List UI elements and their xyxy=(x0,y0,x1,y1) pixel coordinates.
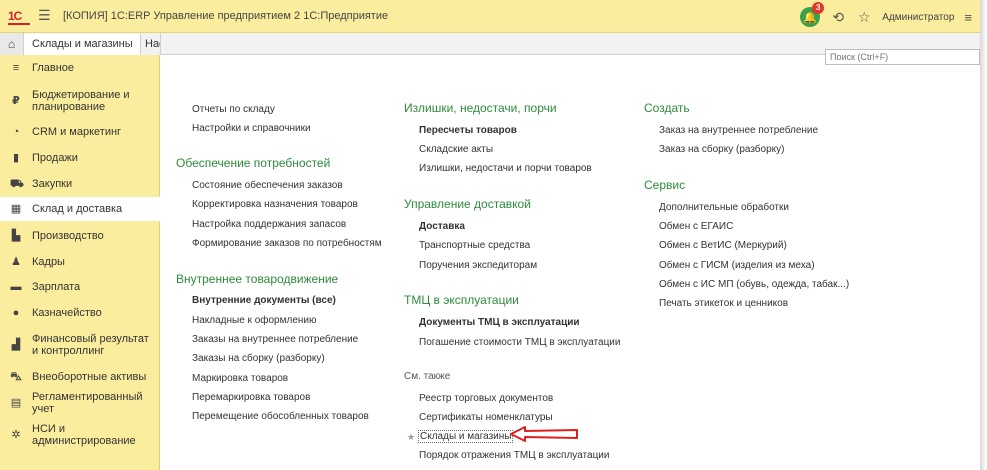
link-korrektirovka-naznacheniya[interactable]: Корректировка назначения товаров xyxy=(192,199,358,210)
link-obmen-gism[interactable]: Обмен с ГИСМ (изделия из меха) xyxy=(659,260,815,271)
section-title-sozdat: Создать xyxy=(644,101,690,115)
budget-icon: ₽ xyxy=(12,95,20,107)
link-formirovanie-zakazov[interactable]: Формирование заказов по потребностям xyxy=(192,238,382,249)
link-vnutrennie-dokumenty[interactable]: Внутренние документы (все) xyxy=(192,295,336,306)
link-dop-obrabotki[interactable]: Дополнительные обработки xyxy=(659,202,789,213)
notifications-count-badge: 3 xyxy=(812,2,825,14)
chart-icon: ▟ xyxy=(11,339,21,351)
link-nakladnye[interactable]: Накладные к оформлению xyxy=(192,315,317,326)
link-transportnye-sredstva[interactable]: Транспортные средства xyxy=(419,240,530,251)
sidebar-item-budgeting[interactable]: ₽ Бюджетирование и планирование xyxy=(0,88,160,114)
link-zakazy-sborku[interactable]: Заказы на сборку (разборку) xyxy=(192,353,325,364)
link-porucheniya[interactable]: Поручения экспедиторам xyxy=(419,260,537,271)
favorite-star-icon[interactable]: ★ xyxy=(407,432,415,443)
title-bar: 1C ☰ [КОПИЯ] 1С:ERP Управление предприят… xyxy=(0,0,980,33)
link-izlishki-tovarov[interactable]: Излишки, недостачи и порчи товаров xyxy=(419,163,592,174)
section-title-vnutrennee: Внутреннее товародвижение xyxy=(176,272,339,286)
sales-icon: ▮ xyxy=(12,152,20,164)
tab-label: Нас xyxy=(145,38,160,50)
notifications-button[interactable]: 🔔 3 xyxy=(800,2,825,27)
link-obmen-vetis[interactable]: Обмен с ВетИС (Меркурий) xyxy=(659,240,787,251)
link-dokumenty-tmc[interactable]: Документы ТМЦ в эксплуатации xyxy=(419,317,580,328)
link-obmen-is-mp[interactable]: Обмен с ИС МП (обувь, одежда, табак...) xyxy=(659,279,849,290)
link-obmen-egais[interactable]: Обмен с ЕГАИС xyxy=(659,221,733,232)
1c-logo-icon: 1C xyxy=(8,9,30,25)
link-sklady-i-magaziny-label: Склады и магазины xyxy=(418,430,514,443)
sidebar-item-nsi-admin[interactable]: ✲ НСИ и администрирование xyxy=(0,422,160,448)
sidebar-item-fixed-assets[interactable]: ⛍ Внеоборотные активы xyxy=(0,370,160,384)
person-icon: ♟ xyxy=(11,256,21,268)
sidebar-item-glavnoe[interactable]: ≡ Главное xyxy=(0,61,160,75)
settings-menu-icon[interactable]: ≡ xyxy=(964,10,972,25)
link-nastroyki-i-spravochniki[interactable]: Настройки и справочники xyxy=(192,123,311,134)
home-tab-icon[interactable]: ⌂ xyxy=(0,33,24,55)
sidebar-item-salary[interactable]: ▬ Зарплата xyxy=(0,280,160,294)
link-zakazy-vnutrennee[interactable]: Заказы на внутреннее потребление xyxy=(192,334,358,345)
section-panel: Отчеты по складу Настройки и справочники… xyxy=(161,49,980,470)
link-zakaz-sborku[interactable]: Заказ на сборку (разборку) xyxy=(659,144,784,155)
factory-icon: ▙ xyxy=(11,230,21,242)
warehouse-icon: ▦ xyxy=(10,203,22,215)
main-menu-icon[interactable]: ☰ xyxy=(38,8,52,22)
crm-icon: ◔ xyxy=(12,126,20,138)
link-zakaz-vnutrennee[interactable]: Заказ на внутреннее потребление xyxy=(659,125,818,136)
wallet-icon: ▬ xyxy=(10,281,22,293)
history-icon[interactable]: ⟲ xyxy=(830,9,846,25)
title-bar-tools: 🔔 3 ⟲ ☆ Администратор ≡ xyxy=(800,2,972,28)
car-icon: ⛍ xyxy=(10,371,22,383)
sections-sidebar: ≡ Главное ₽ Бюджетирование и планировани… xyxy=(0,55,160,470)
link-dostavka[interactable]: Доставка xyxy=(419,221,465,232)
link-skladskie-akty[interactable]: Складские акты xyxy=(419,144,493,155)
sidebar-item-crm[interactable]: ◔ CRM и маркетинг xyxy=(0,125,160,139)
link-peremeshchenie[interactable]: Перемещение обособленных товаров xyxy=(192,411,369,422)
window-edge-shadow xyxy=(980,0,987,470)
sidebar-item-sales[interactable]: ▮ Продажи xyxy=(0,151,160,165)
tab-sklady-i-magaziny[interactable]: Склады и магазины ✕ xyxy=(24,33,149,55)
section-title-servis: Сервис xyxy=(644,178,686,192)
link-sertifikaty[interactable]: Сертификаты номенклатуры xyxy=(419,412,553,423)
link-pogashenie-tmc[interactable]: Погашение стоимости ТМЦ в эксплуатации xyxy=(419,337,620,348)
link-sostoyanie-obespecheniya[interactable]: Состояние обеспечения заказов xyxy=(192,180,343,191)
annotation-arrow-icon xyxy=(510,426,578,442)
link-nastroyka-podderzhaniya[interactable]: Настройка поддержания запасов xyxy=(192,219,346,230)
link-reestr[interactable]: Реестр торговых документов xyxy=(419,393,553,404)
sidebar-item-purchases[interactable]: ⛟ Закупки xyxy=(0,177,160,191)
sidebar-item-production[interactable]: ▙ Производство xyxy=(0,229,160,243)
favorites-star-icon[interactable]: ☆ xyxy=(856,9,872,25)
link-pereschety[interactable]: Пересчеты товаров xyxy=(419,125,517,136)
link-peremarkirovka[interactable]: Перемаркировка товаров xyxy=(192,392,310,403)
see-also-title: См. также xyxy=(404,371,451,382)
sidebar-item-warehouse[interactable]: ▦ Склад и доставка xyxy=(0,197,160,221)
current-user[interactable]: Администратор xyxy=(882,12,954,23)
coin-icon: ● xyxy=(12,307,20,319)
section-title-dostavka: Управление доставкой xyxy=(404,197,531,211)
section-title-obespechenie: Обеспечение потребностей xyxy=(176,156,331,170)
tab-nas[interactable]: Нас xyxy=(141,33,161,55)
sidebar-item-hr[interactable]: ♟ Кадры xyxy=(0,255,160,269)
search-input[interactable] xyxy=(825,49,980,65)
link-sklady-i-magaziny[interactable]: Склады и магазины xyxy=(418,430,514,443)
link-poryadok-otrazheniya[interactable]: Порядок отражения ТМЦ в эксплуатации xyxy=(419,450,609,461)
gear-icon: ✲ xyxy=(11,429,21,441)
list-icon: ≡ xyxy=(12,62,20,74)
section-title-tmc: ТМЦ в эксплуатации xyxy=(404,293,519,307)
link-otchety-po-skladu[interactable]: Отчеты по складу xyxy=(192,104,275,115)
sidebar-item-financial-result[interactable]: ▟ Финансовый результат и контроллинг xyxy=(0,332,160,358)
section-title-izlishki: Излишки, недостачи, порчи xyxy=(404,101,557,115)
tab-label: Склады и магазины xyxy=(32,38,133,50)
link-pechat-etiketok[interactable]: Печать этикеток и ценников xyxy=(659,298,788,309)
link-markirovka[interactable]: Маркировка товаров xyxy=(192,373,288,384)
cart-icon: ⛟ xyxy=(10,178,24,190)
app-title: [КОПИЯ] 1С:ERP Управление предприятием 2… xyxy=(63,10,389,22)
sidebar-item-treasury[interactable]: ● Казначейство xyxy=(0,306,160,320)
sidebar-item-regulated-accounting[interactable]: ▤ Регламентированный учет xyxy=(0,391,160,415)
calculator-icon: ▤ xyxy=(10,397,22,409)
